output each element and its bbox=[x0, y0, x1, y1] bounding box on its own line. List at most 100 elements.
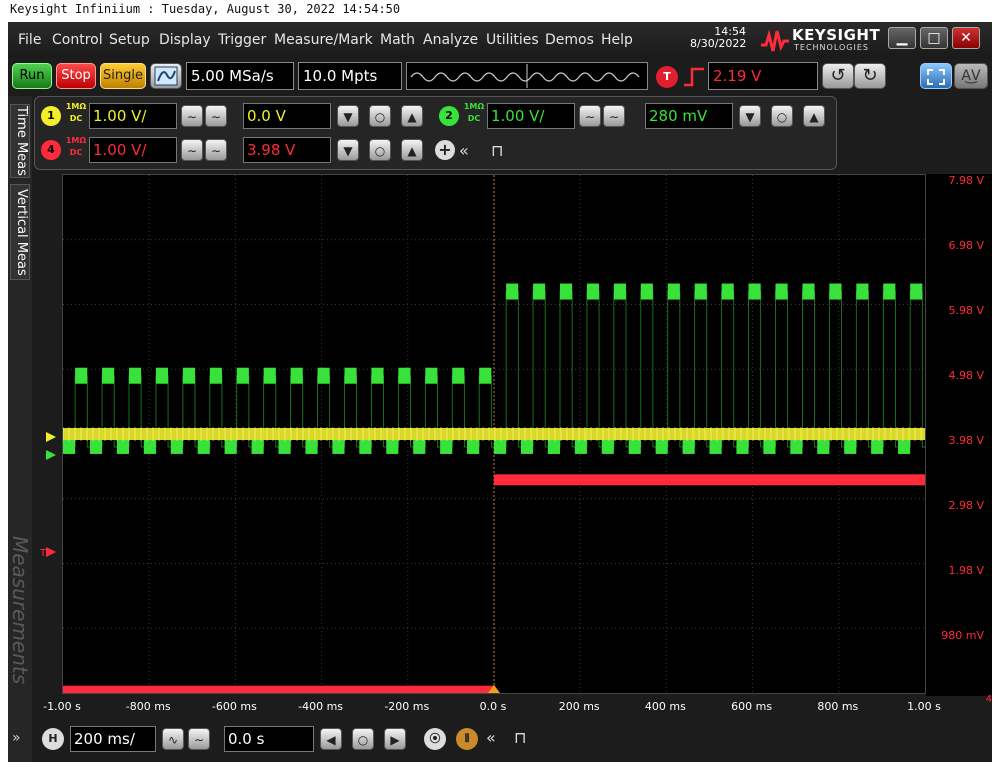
channel-2-high-level bbox=[559, 283, 573, 300]
channel-4-scale-up-button[interactable]: ∼ bbox=[205, 139, 227, 161]
channel-2-low-level bbox=[278, 439, 291, 454]
run-button[interactable]: Run bbox=[12, 63, 52, 89]
channel-1-offset-down-button[interactable]: ▼ bbox=[337, 105, 359, 127]
channel-4-trace-after bbox=[494, 474, 925, 486]
channel-4-coupling[interactable]: 1MΩ DC bbox=[65, 135, 87, 161]
pin-icon[interactable]: ⊓ bbox=[491, 141, 503, 160]
channel-1-scale-field[interactable]: 1.00 V/ bbox=[89, 103, 177, 129]
stop-button[interactable]: Stop bbox=[56, 63, 96, 89]
channel-2-high-level bbox=[533, 283, 546, 300]
expand-panel-icon[interactable]: » bbox=[12, 730, 21, 746]
menu-analyze[interactable]: Analyze bbox=[423, 32, 478, 48]
horizontal-scale-field[interactable]: 200 ms/ bbox=[70, 726, 156, 752]
menu-display[interactable]: Display bbox=[159, 32, 211, 48]
menu-setup[interactable]: Setup bbox=[109, 32, 150, 48]
channel-4-offset-up-button[interactable]: ▲ bbox=[401, 139, 423, 161]
menu-measure-mark[interactable]: Measure/Mark bbox=[274, 32, 373, 48]
channel-2-scale-down-button[interactable]: ∼ bbox=[579, 105, 601, 127]
zoom-button[interactable]: ⦿ bbox=[424, 728, 446, 750]
channel-2-high-level bbox=[748, 283, 761, 300]
menu-demos[interactable]: Demos bbox=[545, 32, 594, 48]
channel-4-scale-down-button[interactable]: ∼ bbox=[181, 139, 203, 161]
channel-2-offset-zero-button[interactable]: ○ bbox=[771, 105, 793, 127]
autoscale-button[interactable] bbox=[150, 63, 182, 89]
x-tick-label: 600 ms bbox=[731, 700, 773, 713]
chevron-up-icon: ▲ bbox=[809, 110, 819, 124]
zoom-box-button[interactable] bbox=[920, 63, 952, 89]
tab-vertical-meas[interactable]: Vertical Meas bbox=[10, 184, 30, 280]
chevron-up-icon: ▲ bbox=[407, 110, 417, 124]
horizontal-scale-up-button[interactable]: ∼ bbox=[188, 728, 210, 750]
channel-2-high-level bbox=[236, 367, 249, 384]
channel-1-badge[interactable]: 1 bbox=[41, 106, 61, 126]
horizontal-controls: » H 200 ms/ ∿ ∼ 0.0 s ◀ ○ ▶ ⦿ ⦀ « ⊓ bbox=[12, 718, 992, 762]
waveform-plot[interactable] bbox=[62, 174, 926, 694]
channel-1-coupling[interactable]: 1MΩ DC bbox=[65, 101, 87, 127]
channel-2-low-level bbox=[386, 439, 399, 454]
menu-utilities[interactable]: Utilities bbox=[486, 32, 539, 48]
channel-2-coupling[interactable]: 1MΩ DC bbox=[463, 101, 485, 127]
channel-1-offset-up-button[interactable]: ▲ bbox=[401, 105, 423, 127]
channel-2-low-level bbox=[655, 439, 668, 454]
tab-time-meas[interactable]: Time Meas bbox=[10, 104, 30, 178]
sample-rate-field[interactable]: 5.00 MSa/s bbox=[186, 62, 294, 90]
channel-4-offset-down-button[interactable]: ▼ bbox=[337, 139, 359, 161]
channel-2-offset-down-button[interactable]: ▼ bbox=[739, 105, 761, 127]
maximize-button[interactable]: □ bbox=[920, 27, 948, 49]
marker-mode-button[interactable]: A͜V bbox=[954, 63, 988, 89]
horizontal-position-zero-button[interactable]: ○ bbox=[352, 728, 374, 750]
channel-4-offset-zero-button[interactable]: ○ bbox=[369, 139, 391, 161]
channel-4-badge[interactable]: 4 bbox=[41, 140, 61, 160]
channel-4-offset-field[interactable]: 3.98 V bbox=[243, 137, 331, 163]
horizontal-badge[interactable]: H bbox=[42, 728, 64, 750]
channel-2-ground-marker[interactable] bbox=[46, 450, 56, 460]
channel-2-offset-up-button[interactable]: ▲ bbox=[803, 105, 825, 127]
channel-1-scale-down-button[interactable]: ∼ bbox=[181, 105, 203, 127]
channel-2-low-level bbox=[817, 439, 830, 454]
wave-icon: ∼ bbox=[210, 144, 222, 158]
close-button[interactable]: ✕ bbox=[952, 27, 980, 49]
redo-button[interactable]: ↻ bbox=[854, 63, 886, 89]
channel-2-badge[interactable]: 2 bbox=[439, 106, 459, 126]
menu-math[interactable]: Math bbox=[380, 32, 415, 48]
collapse-horizontal-icon[interactable]: « bbox=[486, 728, 496, 747]
horizontal-position-field[interactable]: 0.0 s bbox=[224, 726, 314, 752]
pin-icon[interactable]: ⊓ bbox=[514, 728, 526, 747]
channel-1-scale-up-button[interactable]: ∼ bbox=[205, 105, 227, 127]
waveform-overview[interactable] bbox=[406, 62, 648, 90]
clock: 14:54 8/30/2022 bbox=[690, 26, 746, 50]
undo-button[interactable]: ↺ bbox=[822, 63, 854, 89]
menu-trigger[interactable]: Trigger bbox=[218, 32, 266, 48]
channel-2-high-level bbox=[263, 367, 276, 384]
trigger-level-field[interactable]: 2.19 V bbox=[708, 62, 818, 90]
menu-help[interactable]: Help bbox=[601, 32, 633, 48]
add-channel-button[interactable]: + bbox=[435, 140, 455, 160]
brand-name: KEYSIGHT bbox=[792, 26, 881, 44]
channel-1-ground-marker[interactable] bbox=[46, 432, 56, 442]
measurements-label: Measurements bbox=[8, 536, 32, 685]
channel-4-scale-field[interactable]: 1.00 V/ bbox=[89, 137, 177, 163]
channel-2-low-level bbox=[197, 439, 210, 454]
channel-2-high-level bbox=[883, 283, 896, 300]
horizontal-position-right-button[interactable]: ▶ bbox=[384, 728, 406, 750]
trigger-level-marker[interactable] bbox=[46, 547, 56, 557]
menu-control[interactable]: Control bbox=[52, 32, 103, 48]
memory-depth-field[interactable]: 10.0 Mpts bbox=[298, 62, 402, 90]
coupling-impedance: 1MΩ bbox=[65, 102, 87, 111]
single-button[interactable]: Single bbox=[100, 63, 146, 89]
menu-file[interactable]: File bbox=[18, 32, 41, 48]
acquisition-button[interactable]: ⦀ bbox=[456, 728, 478, 750]
y-tick-label: 3.98 V bbox=[948, 434, 984, 447]
y-tick-label: 1.98 V bbox=[948, 564, 984, 577]
trigger-badge[interactable]: T bbox=[656, 66, 678, 88]
channel-1-offset-field[interactable]: 0.0 V bbox=[243, 103, 331, 129]
horizontal-position-left-button[interactable]: ◀ bbox=[320, 728, 342, 750]
collapse-panel-icon[interactable]: « bbox=[459, 141, 469, 160]
minimize-button[interactable]: ▁ bbox=[888, 27, 916, 49]
channel-2-scale-up-button[interactable]: ∼ bbox=[603, 105, 625, 127]
channel-2-scale-field[interactable]: 1.00 V/ bbox=[487, 103, 575, 129]
rising-edge-icon[interactable] bbox=[682, 65, 706, 89]
channel-2-offset-field[interactable]: 280 mV bbox=[645, 103, 733, 129]
horizontal-scale-down-button[interactable]: ∿ bbox=[162, 728, 184, 750]
channel-1-offset-zero-button[interactable]: ○ bbox=[369, 105, 391, 127]
